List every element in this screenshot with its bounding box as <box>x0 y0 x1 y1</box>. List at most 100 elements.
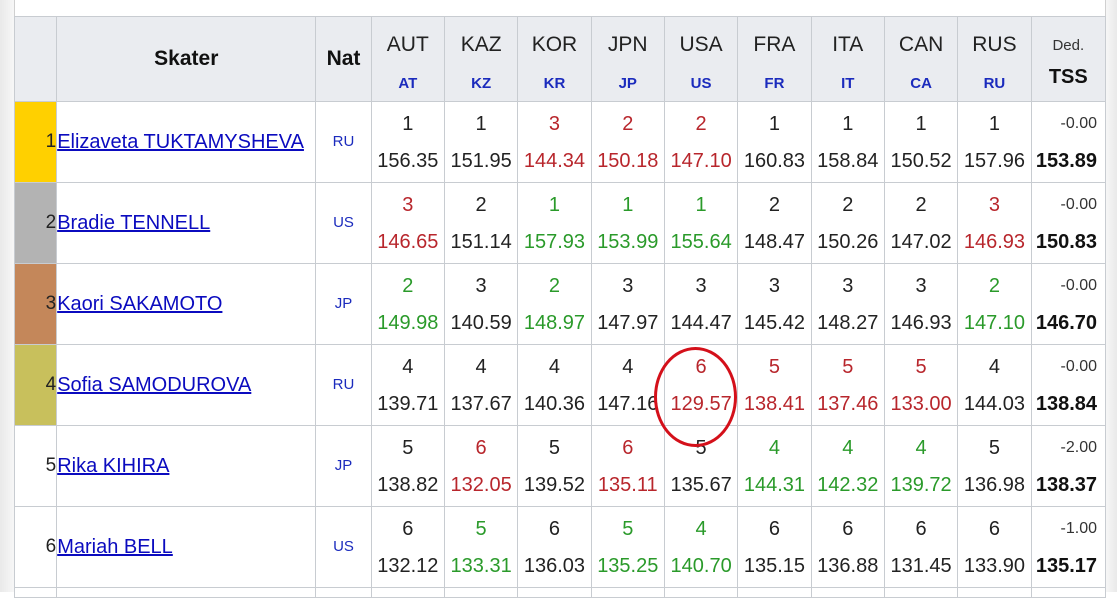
placement-value: 1 <box>988 113 1000 135</box>
deduction-value: -2.00 <box>1060 439 1097 456</box>
placement-value: 2 <box>988 275 1000 297</box>
placement-value: 4 <box>842 437 854 459</box>
placement-value: 4 <box>475 356 487 378</box>
score-value: 136.98 <box>963 474 1025 496</box>
score-value: 147.97 <box>597 312 659 334</box>
country-header[interactable]: ITA IT <box>810 16 885 102</box>
empty-cell <box>590 587 665 598</box>
result-cell: 3 146.93 <box>957 182 1032 264</box>
country-header[interactable]: USA US <box>663 16 739 102</box>
tss-cell: -2.00 138.37 <box>1030 425 1107 507</box>
empty-cell <box>957 587 1032 598</box>
country-header[interactable]: RUS RU <box>957 16 1032 102</box>
country-header[interactable]: JPN JP <box>590 16 665 102</box>
result-cell: 5 135.25 <box>590 506 665 588</box>
tss-header[interactable]: Ded. TSS <box>1030 16 1107 102</box>
result-cell: 5 135.67 <box>663 425 739 507</box>
skater-link[interactable]: Mariah BELL <box>57 536 173 558</box>
nat-code: US <box>333 538 354 555</box>
placement-value: 6 <box>548 518 560 540</box>
deduction-value: -0.00 <box>1060 196 1097 213</box>
nat-code: RU <box>332 133 355 150</box>
placement-value: 3 <box>695 275 707 297</box>
empty-cell <box>315 587 372 598</box>
placement-value: 2 <box>402 275 414 297</box>
nat-code: US <box>333 214 354 231</box>
country-header[interactable]: KAZ KZ <box>443 16 519 102</box>
nat-cell: US <box>315 506 372 588</box>
placement-value: 3 <box>915 275 927 297</box>
placement-value: 4 <box>548 356 560 378</box>
placement-value: 1 <box>622 194 634 216</box>
result-cell: 6 135.15 <box>737 506 812 588</box>
country-code-top: AUT <box>386 32 429 56</box>
placement-value: 4 <box>915 437 927 459</box>
placement-value: 1 <box>842 113 854 135</box>
score-value: 144.47 <box>670 312 732 334</box>
result-cell: 3 144.47 <box>663 263 739 345</box>
skater-cell: Bradie TENNELL <box>56 182 317 264</box>
score-value: 146.65 <box>377 231 439 253</box>
deduction-value: -0.00 <box>1060 277 1097 294</box>
result-cell: 3 147.97 <box>590 263 665 345</box>
score-value: 139.52 <box>523 474 586 496</box>
country-header[interactable]: CAN CA <box>883 16 959 102</box>
country-header[interactable]: AUT AT <box>370 16 445 102</box>
placement-value: 5 <box>988 437 1000 459</box>
score-value: 146.93 <box>963 231 1025 253</box>
result-cell: 5 137.46 <box>810 344 885 426</box>
score-value: 148.97 <box>523 312 586 334</box>
score-value: 139.71 <box>377 393 439 415</box>
score-value: 145.42 <box>743 312 806 334</box>
skater-link[interactable]: Sofia SAMODUROVA <box>57 374 251 396</box>
tss-cell: -1.00 135.17 <box>1030 506 1107 588</box>
placement-value: 1 <box>768 113 780 135</box>
country-code-bottom: CA <box>910 74 932 92</box>
results-table: Skater Nat AUT AT KAZ KZ KOR KR JPN JP USA US… <box>13 16 1107 598</box>
result-cell: 1 155.64 <box>663 182 739 264</box>
score-value: 140.70 <box>670 555 732 577</box>
window-right-edge <box>1105 0 1117 592</box>
result-cell: 5 136.98 <box>957 425 1032 507</box>
nat-header[interactable]: Nat <box>315 16 372 102</box>
score-value: 138.82 <box>377 474 439 496</box>
result-cell: 3 140.59 <box>443 263 519 345</box>
score-value: 135.15 <box>743 555 806 577</box>
tss-cell: -0.00 138.84 <box>1030 344 1107 426</box>
placement-value: 2 <box>842 194 854 216</box>
rank-cell: 6 <box>13 506 58 588</box>
skater-link[interactable]: Kaori SAKAMOTO <box>57 293 222 315</box>
skater-link[interactable]: Elizaveta TUKTAMYSHEVA <box>57 131 304 153</box>
empty-cell <box>883 587 959 598</box>
score-value: 139.72 <box>890 474 952 496</box>
tss-value: 138.37 <box>1035 474 1097 496</box>
empty-cell <box>13 587 58 598</box>
result-cell: 5 138.82 <box>370 425 445 507</box>
placement-value: 6 <box>475 437 487 459</box>
score-value: 153.99 <box>597 231 659 253</box>
placement-value: 5 <box>548 437 560 459</box>
result-cell: 2 147.02 <box>883 182 959 264</box>
result-cell: 2 148.47 <box>737 182 812 264</box>
result-cell: 3 146.65 <box>370 182 445 264</box>
rank-cell: 1 <box>13 101 58 183</box>
country-header[interactable]: KOR KR <box>517 16 592 102</box>
skater-link[interactable]: Bradie TENNELL <box>57 212 210 234</box>
tss-value: 138.84 <box>1035 393 1097 415</box>
skater-link[interactable]: Rika KIHIRA <box>57 455 169 477</box>
country-code-top: KOR <box>531 32 578 56</box>
skater-header[interactable]: Skater <box>56 16 317 102</box>
country-code-bottom: US <box>690 74 712 92</box>
empty-cell <box>810 587 885 598</box>
result-cell: 4 140.36 <box>517 344 592 426</box>
result-cell: 5 133.31 <box>443 506 519 588</box>
table-row: 6 Mariah BELL US 6 132.12 5 133.31 6 136.03 5 135.… <box>13 506 1107 588</box>
nat-cell: RU <box>315 101 372 183</box>
country-header[interactable]: FRA FR <box>737 16 812 102</box>
result-cell: 1 158.84 <box>810 101 885 183</box>
result-cell: 2 150.18 <box>590 101 665 183</box>
placement-value: 3 <box>622 275 634 297</box>
score-value: 136.03 <box>523 555 586 577</box>
placement-value: 6 <box>915 518 927 540</box>
score-value: 148.47 <box>743 231 806 253</box>
